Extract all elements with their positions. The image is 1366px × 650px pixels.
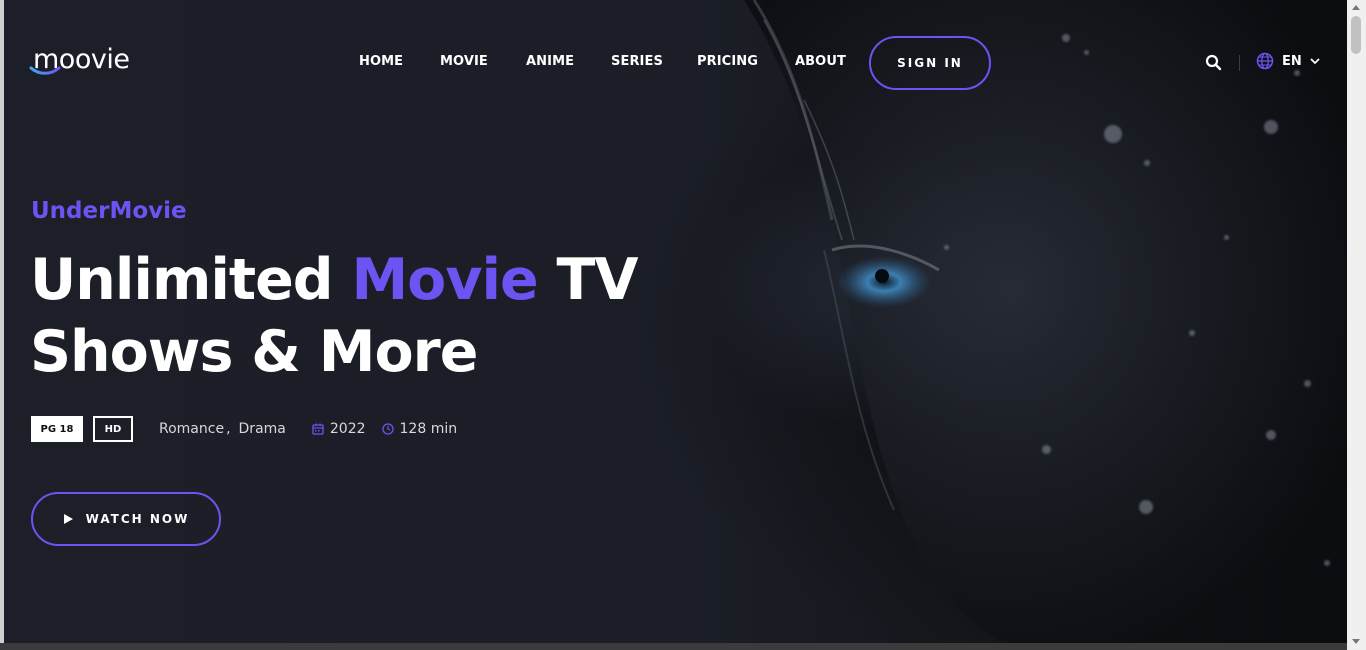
- watch-now-button[interactable]: WATCH NOW: [31, 492, 221, 546]
- snow-particle: [1144, 160, 1150, 166]
- snow-particle: [1304, 380, 1311, 387]
- hero-kicker: UnderMovie: [31, 198, 187, 224]
- release-year: 2022: [312, 421, 366, 437]
- nav-pricing[interactable]: PRICING: [697, 54, 758, 69]
- runtime: 128 min: [381, 421, 458, 437]
- genre-list: Romance , Drama: [159, 421, 286, 437]
- snow-particle: [1042, 445, 1051, 454]
- hero-title: Unlimited Movie TV Shows & More: [30, 244, 730, 388]
- vertical-scrollbar[interactable]: [1347, 0, 1366, 650]
- page-viewport: moovie HOME MOVIE ANIME SERIES PRICING A…: [4, 0, 1347, 643]
- nav-series[interactable]: SERIES: [611, 54, 663, 69]
- hero-title-line2: Shows & More: [30, 319, 478, 385]
- chevron-down-icon: [1310, 58, 1320, 65]
- language-label: EN: [1282, 53, 1302, 69]
- hero-title-part1: Unlimited: [30, 247, 352, 313]
- nav-movie[interactable]: MOVIE: [440, 54, 488, 69]
- genre-separator: ,: [226, 421, 231, 437]
- genre-link[interactable]: Drama: [239, 421, 286, 437]
- site-header: moovie HOME MOVIE ANIME SERIES PRICING A…: [4, 0, 1347, 125]
- watch-now-label: WATCH NOW: [85, 512, 190, 526]
- snow-particle: [944, 245, 949, 250]
- logo-smile-icon: [29, 66, 61, 75]
- snow-particle: [1224, 235, 1229, 240]
- nav-about[interactable]: ABOUT: [795, 54, 846, 69]
- header-divider: [1239, 55, 1240, 71]
- nav-home[interactable]: HOME: [359, 54, 403, 69]
- snow-particle: [1266, 430, 1276, 440]
- scroll-up-arrow[interactable]: [1352, 5, 1360, 10]
- clock-icon: [381, 423, 394, 435]
- hero-title-accent: Movie: [351, 247, 538, 313]
- hero-meta: PG 18 HD Romance , Drama 2022 128 min: [31, 416, 457, 442]
- snow-particle: [1324, 560, 1330, 566]
- sign-in-button[interactable]: SIGN IN: [869, 36, 991, 90]
- quality-badge: HD: [93, 416, 133, 442]
- snow-particle: [1139, 500, 1153, 514]
- calendar-icon: [312, 423, 324, 435]
- release-year-value: 2022: [329, 421, 366, 437]
- globe-icon: [1256, 52, 1274, 70]
- runtime-value: 128 min: [399, 421, 458, 437]
- search-icon[interactable]: [1204, 53, 1224, 73]
- language-selector[interactable]: EN: [1256, 52, 1320, 70]
- snow-particle: [1189, 330, 1195, 336]
- scroll-thumb[interactable]: [1351, 16, 1361, 54]
- hero-title-part2: TV: [537, 247, 639, 313]
- genre-link[interactable]: Romance: [159, 421, 224, 437]
- scroll-down-arrow[interactable]: [1352, 639, 1360, 644]
- window-bottom-edge: [0, 643, 1347, 650]
- play-icon: [63, 514, 73, 524]
- nav-anime[interactable]: ANIME: [526, 54, 574, 69]
- snow-particle: [1104, 125, 1122, 143]
- rating-badge: PG 18: [31, 416, 83, 442]
